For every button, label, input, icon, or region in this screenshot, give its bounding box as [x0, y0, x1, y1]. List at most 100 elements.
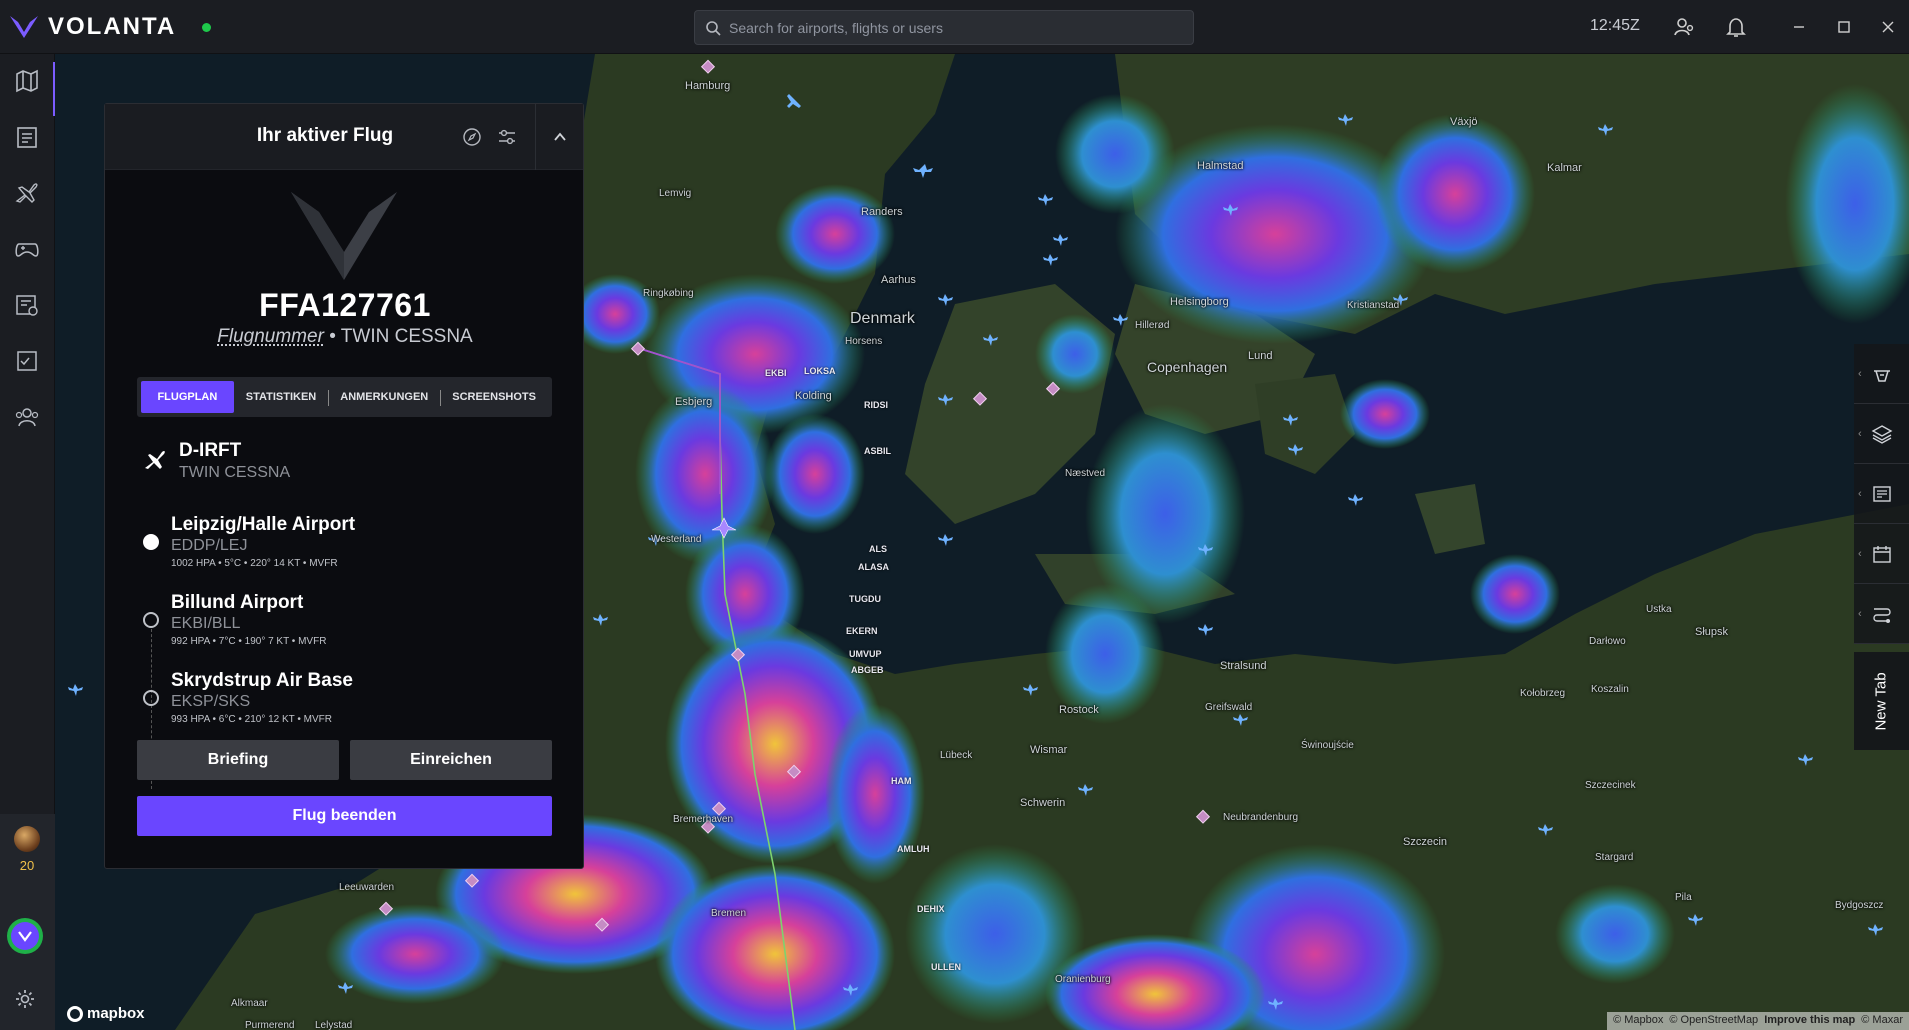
aircraft-info: D-IRFT TWIN CESSNA — [143, 440, 290, 482]
tab-statistics[interactable]: STATISTIKEN — [234, 381, 328, 413]
mapbox-icon — [67, 1005, 83, 1022]
attribution-mapbox[interactable]: © Mapbox — [1613, 1014, 1663, 1028]
aircraft-icon — [15, 183, 38, 203]
airport-name: Leipzig/Halle Airport — [171, 514, 356, 535]
calendar-icon — [1872, 545, 1891, 563]
user-settings-icon — [1674, 18, 1694, 36]
maximize-button[interactable] — [1830, 13, 1858, 41]
tab-notes[interactable]: ANMERKUNGEN — [328, 381, 440, 413]
maximize-icon — [1838, 21, 1850, 33]
sidebar-item-community[interactable] — [6, 396, 48, 438]
departure-marker-icon — [143, 534, 159, 550]
globe-icon — [14, 826, 40, 852]
waypoint-label: ULLEN — [931, 962, 961, 972]
place-label: Aarhus — [881, 274, 916, 286]
waypoint-label: LOKSA — [804, 366, 836, 376]
sidebar-item-logbook[interactable] — [6, 116, 48, 158]
waypoint-label: ALS — [869, 544, 887, 554]
waypoint-label: HAM — [891, 776, 912, 786]
sidebar-item-aircraft[interactable] — [6, 172, 48, 214]
weather-tool-button[interactable]: ‹ — [1854, 344, 1909, 404]
level-number: 20 — [19, 858, 35, 873]
place-label: Alkmaar — [231, 998, 268, 1009]
chevron-left-icon: ‹ — [1858, 607, 1862, 620]
place-label: Ringkøbing — [643, 288, 694, 299]
sidebar-item-map[interactable] — [6, 60, 56, 116]
place-label: Szczecin — [1403, 836, 1448, 848]
online-status-dot — [202, 22, 212, 32]
place-label: Bydgoszcz — [1835, 900, 1884, 911]
compass-button[interactable] — [460, 125, 484, 149]
place-label: Rostock — [1059, 704, 1099, 716]
right-toolbar: ‹ ‹ ‹ ‹ ‹ — [1854, 344, 1909, 644]
waypoint-label: UMVUP — [849, 649, 882, 659]
waypoint-label: EKBI — [765, 368, 787, 378]
search-input[interactable] — [729, 19, 1169, 36]
sidebar-item-checklists[interactable] — [6, 340, 48, 382]
mapbox-logo[interactable]: mapbox — [67, 1005, 145, 1022]
sidebar-item-flight-plans[interactable] — [6, 284, 48, 326]
attribution-improve[interactable]: Improve this map — [1764, 1014, 1855, 1028]
place-label: Koszalin — [1591, 684, 1629, 695]
filter-button[interactable] — [495, 125, 519, 149]
place-label: Schwerin — [1020, 797, 1066, 809]
place-label: Växjö — [1450, 116, 1478, 128]
place-label: Randers — [861, 206, 903, 218]
panel-header: Ihr aktiver Flug — [105, 104, 583, 170]
briefing-button[interactable]: Briefing — [137, 740, 339, 780]
airport-weather: 993 HPA • 6°C • 210° 12 KT • MVFR — [171, 714, 332, 725]
tab-screenshots[interactable]: SCREENSHOTS — [440, 381, 548, 413]
new-tab-button[interactable]: New Tab — [1854, 652, 1909, 750]
place-label: Bremerhaven — [673, 814, 734, 825]
close-icon — [1882, 21, 1894, 33]
minimize-icon — [1794, 26, 1804, 28]
airport-code: EDDP/LEJ — [171, 537, 248, 554]
checklist-icon — [17, 351, 37, 371]
airport-name: Billund Airport — [171, 592, 304, 613]
place-label: Hamburg — [685, 80, 731, 92]
gamepad-icon — [15, 243, 39, 257]
place-label: Lemvig — [659, 188, 692, 199]
place-label: Kolding — [795, 390, 832, 402]
attribution-maxar[interactable]: © Maxar — [1861, 1014, 1903, 1028]
close-button[interactable] — [1874, 13, 1902, 41]
layers-tool-button[interactable]: ‹ — [1854, 404, 1909, 464]
flight-number-label[interactable]: Flugnummer — [217, 326, 324, 347]
calendar-tool-button[interactable]: ‹ — [1854, 524, 1909, 584]
collapse-panel-button[interactable] — [535, 104, 583, 170]
place-label: Copenhagen — [1147, 359, 1228, 375]
alternate-airport[interactable]: Skrydstrup Air Base EKSP/SKS 993 HPA • 6… — [143, 670, 353, 725]
search-bar[interactable] — [694, 10, 1194, 45]
place-label: Denmark — [850, 310, 915, 327]
place-label: Kołobrzeg — [1520, 688, 1566, 699]
sidebar-item-games[interactable] — [6, 228, 48, 270]
place-label: Næstved — [1065, 468, 1106, 479]
flight-aircraft-type: TWIN CESSNA — [340, 326, 473, 347]
departure-airport[interactable]: Leipzig/Halle Airport EDDP/LEJ 1002 HPA … — [143, 514, 355, 569]
chevron-left-icon: ‹ — [1858, 547, 1862, 560]
airport-name: Skrydstrup Air Base — [171, 670, 353, 691]
chevron-left-icon: ‹ — [1858, 367, 1862, 380]
friends-button[interactable] — [1670, 13, 1698, 41]
settings-button[interactable] — [10, 984, 40, 1014]
place-label: Kristianstad — [1347, 300, 1400, 311]
submit-button[interactable]: Einreichen — [350, 740, 552, 780]
attribution-osm[interactable]: © OpenStreetMap — [1669, 1014, 1758, 1028]
avatar[interactable] — [7, 918, 43, 954]
notifications-button[interactable] — [1722, 13, 1750, 41]
notes-tool-button[interactable]: ‹ — [1854, 464, 1909, 524]
weather-icon — [1873, 369, 1890, 382]
route-tool-button[interactable]: ‹ — [1854, 584, 1909, 644]
tab-flightplan[interactable]: FLUGPLAN — [141, 381, 234, 413]
volanta-watermark-logo — [291, 192, 397, 280]
minimize-button[interactable] — [1785, 13, 1813, 41]
waypoint-label: ABGEB — [851, 665, 884, 675]
level-badge[interactable]: 20 — [7, 826, 47, 888]
arrival-airport[interactable]: Billund Airport EKBI/BLL 992 HPA • 7°C •… — [143, 592, 326, 647]
brand[interactable]: VOLANTA — [8, 10, 212, 44]
end-flight-button[interactable]: Flug beenden — [137, 796, 552, 836]
notes-icon — [1872, 485, 1891, 502]
place-label: Purmerend — [245, 1020, 295, 1030]
place-label: Halmstad — [1197, 160, 1244, 172]
logbook-icon — [17, 127, 37, 148]
